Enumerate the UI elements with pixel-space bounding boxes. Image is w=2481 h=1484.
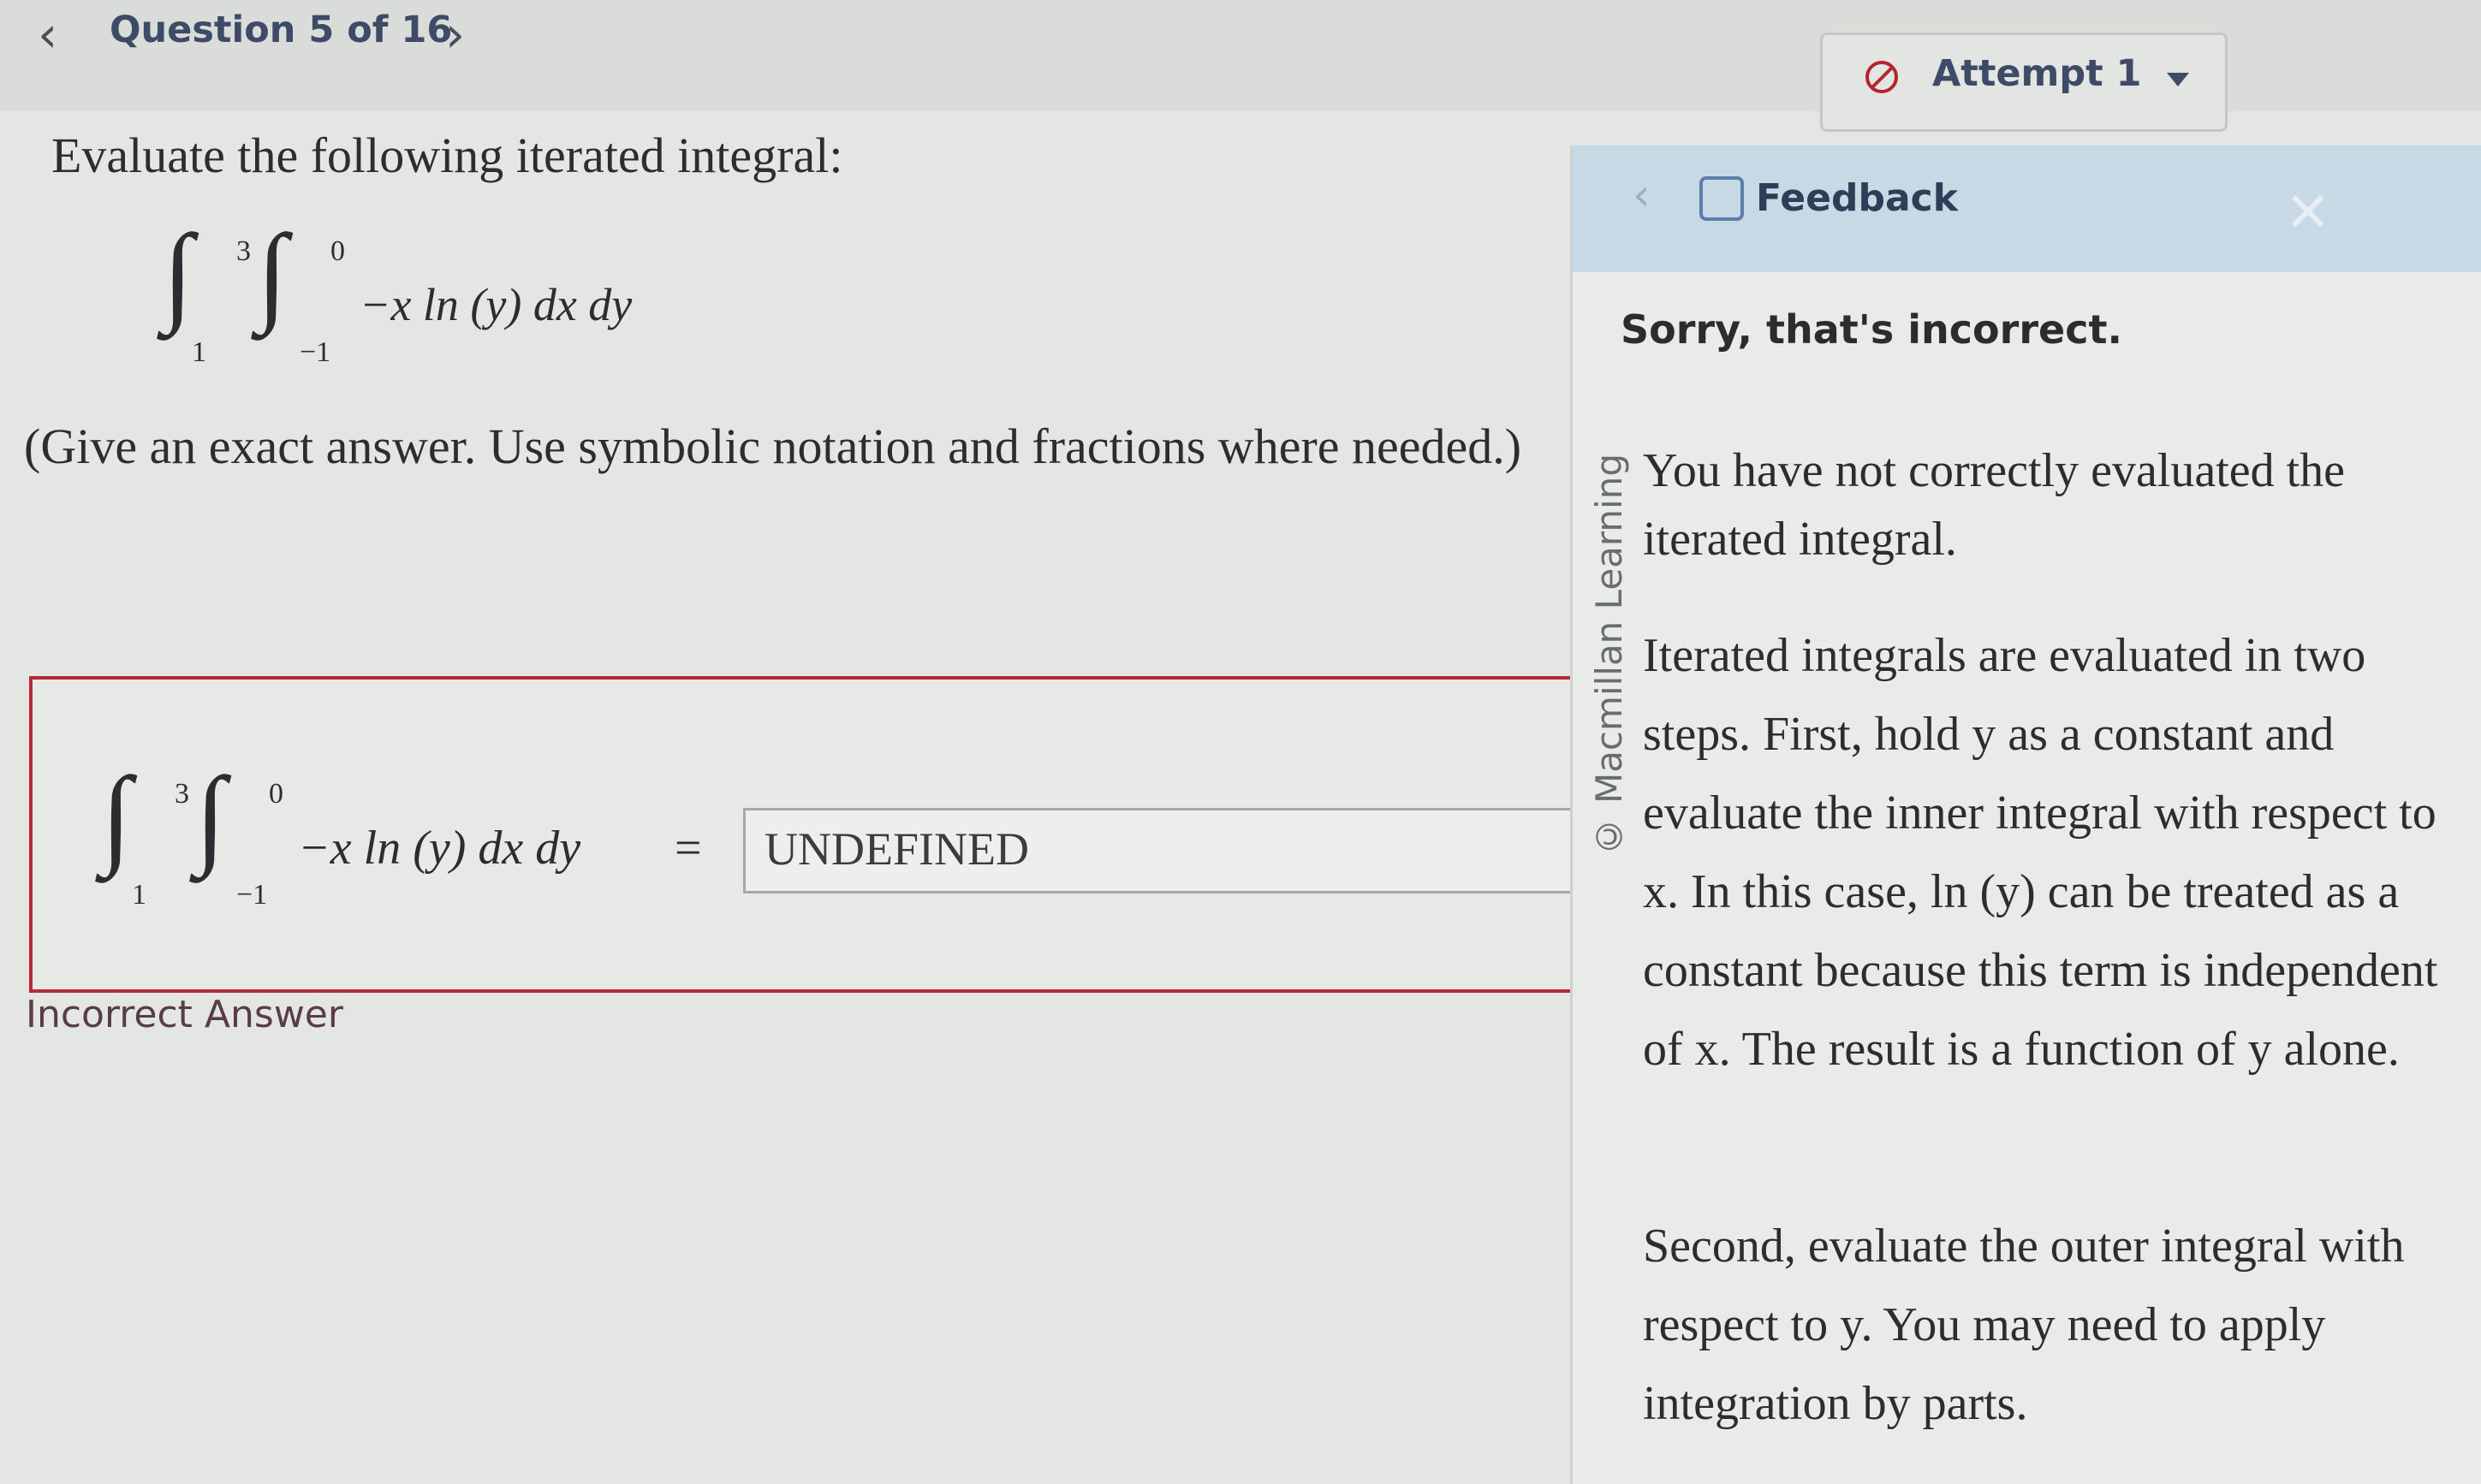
copyright-watermark: © Macmillan Learning <box>1588 454 1630 858</box>
outer-lower-limit: 1 <box>192 336 206 368</box>
chevron-right-icon[interactable]: › <box>445 5 465 63</box>
attempt-dropdown[interactable]: Attempt 1 <box>1820 33 2228 132</box>
feedback-header: ‹ Feedback ✕ <box>1573 145 2481 272</box>
equals-sign: = <box>675 822 702 875</box>
integral-sign: ∫ <box>101 755 132 878</box>
outer-upper-limit: 3 <box>236 235 251 267</box>
question-prompt: Evaluate the following iterated integral… <box>51 128 843 183</box>
integral-sign: ∫ <box>195 755 226 878</box>
integral-sign: ∫ <box>163 212 193 335</box>
feedback-icon <box>1699 176 1744 221</box>
question-integral: ∫ 3 1 ∫ 0 −1 −x ln (y) dx dy <box>163 218 762 372</box>
question-counter: Question 5 of 16 <box>110 9 453 51</box>
inner-upper-limit: 0 <box>269 778 283 810</box>
feedback-paragraph: Second, evaluate the outer integral with… <box>1643 1220 2405 1430</box>
integrand: −x ln (y) dx dy <box>360 279 633 330</box>
answer-container: ∫ 3 1 ∫ 0 −1 −x ln (y) dx dy = UNDEFINED <box>29 676 1582 993</box>
chevron-left-icon[interactable]: ‹ <box>1633 169 1651 221</box>
inner-lower-limit: −1 <box>236 879 268 911</box>
inner-lower-limit: −1 <box>300 336 331 368</box>
integral-sign: ∫ <box>257 212 288 335</box>
feedback-paragraph: Iterated integrals are evaluated in two … <box>1643 629 2438 1076</box>
outer-lower-limit: 1 <box>132 879 146 911</box>
outer-upper-limit: 3 <box>175 778 189 810</box>
inner-upper-limit: 0 <box>330 235 345 267</box>
attempt-label: Attempt 1 <box>1932 52 2142 95</box>
close-icon[interactable]: ✕ <box>2285 181 2331 245</box>
answer-input[interactable]: UNDEFINED <box>743 808 1582 893</box>
feedback-status: Sorry, that's incorrect. <box>1621 306 2122 353</box>
feedback-panel: ‹ Feedback ✕ Sorry, that's incorrect. © … <box>1570 145 2481 1484</box>
feedback-paragraph: You have not correctly evaluated the ite… <box>1643 444 2346 566</box>
feedback-title: Feedback <box>1756 176 1958 220</box>
caret-down-icon <box>2167 73 2189 86</box>
answer-integral: ∫ 3 1 ∫ 0 −1 −x ln (y) dx dy = <box>101 761 752 915</box>
answer-instructions: (Give an exact answer. Use symbolic nota… <box>24 418 1522 474</box>
no-entry-circle-icon <box>1865 61 1898 93</box>
chevron-left-icon[interactable]: ‹ <box>38 5 57 63</box>
incorrect-answer-label: Incorrect Answer <box>26 993 343 1036</box>
integrand: −x ln (y) dx dy <box>298 822 581 875</box>
